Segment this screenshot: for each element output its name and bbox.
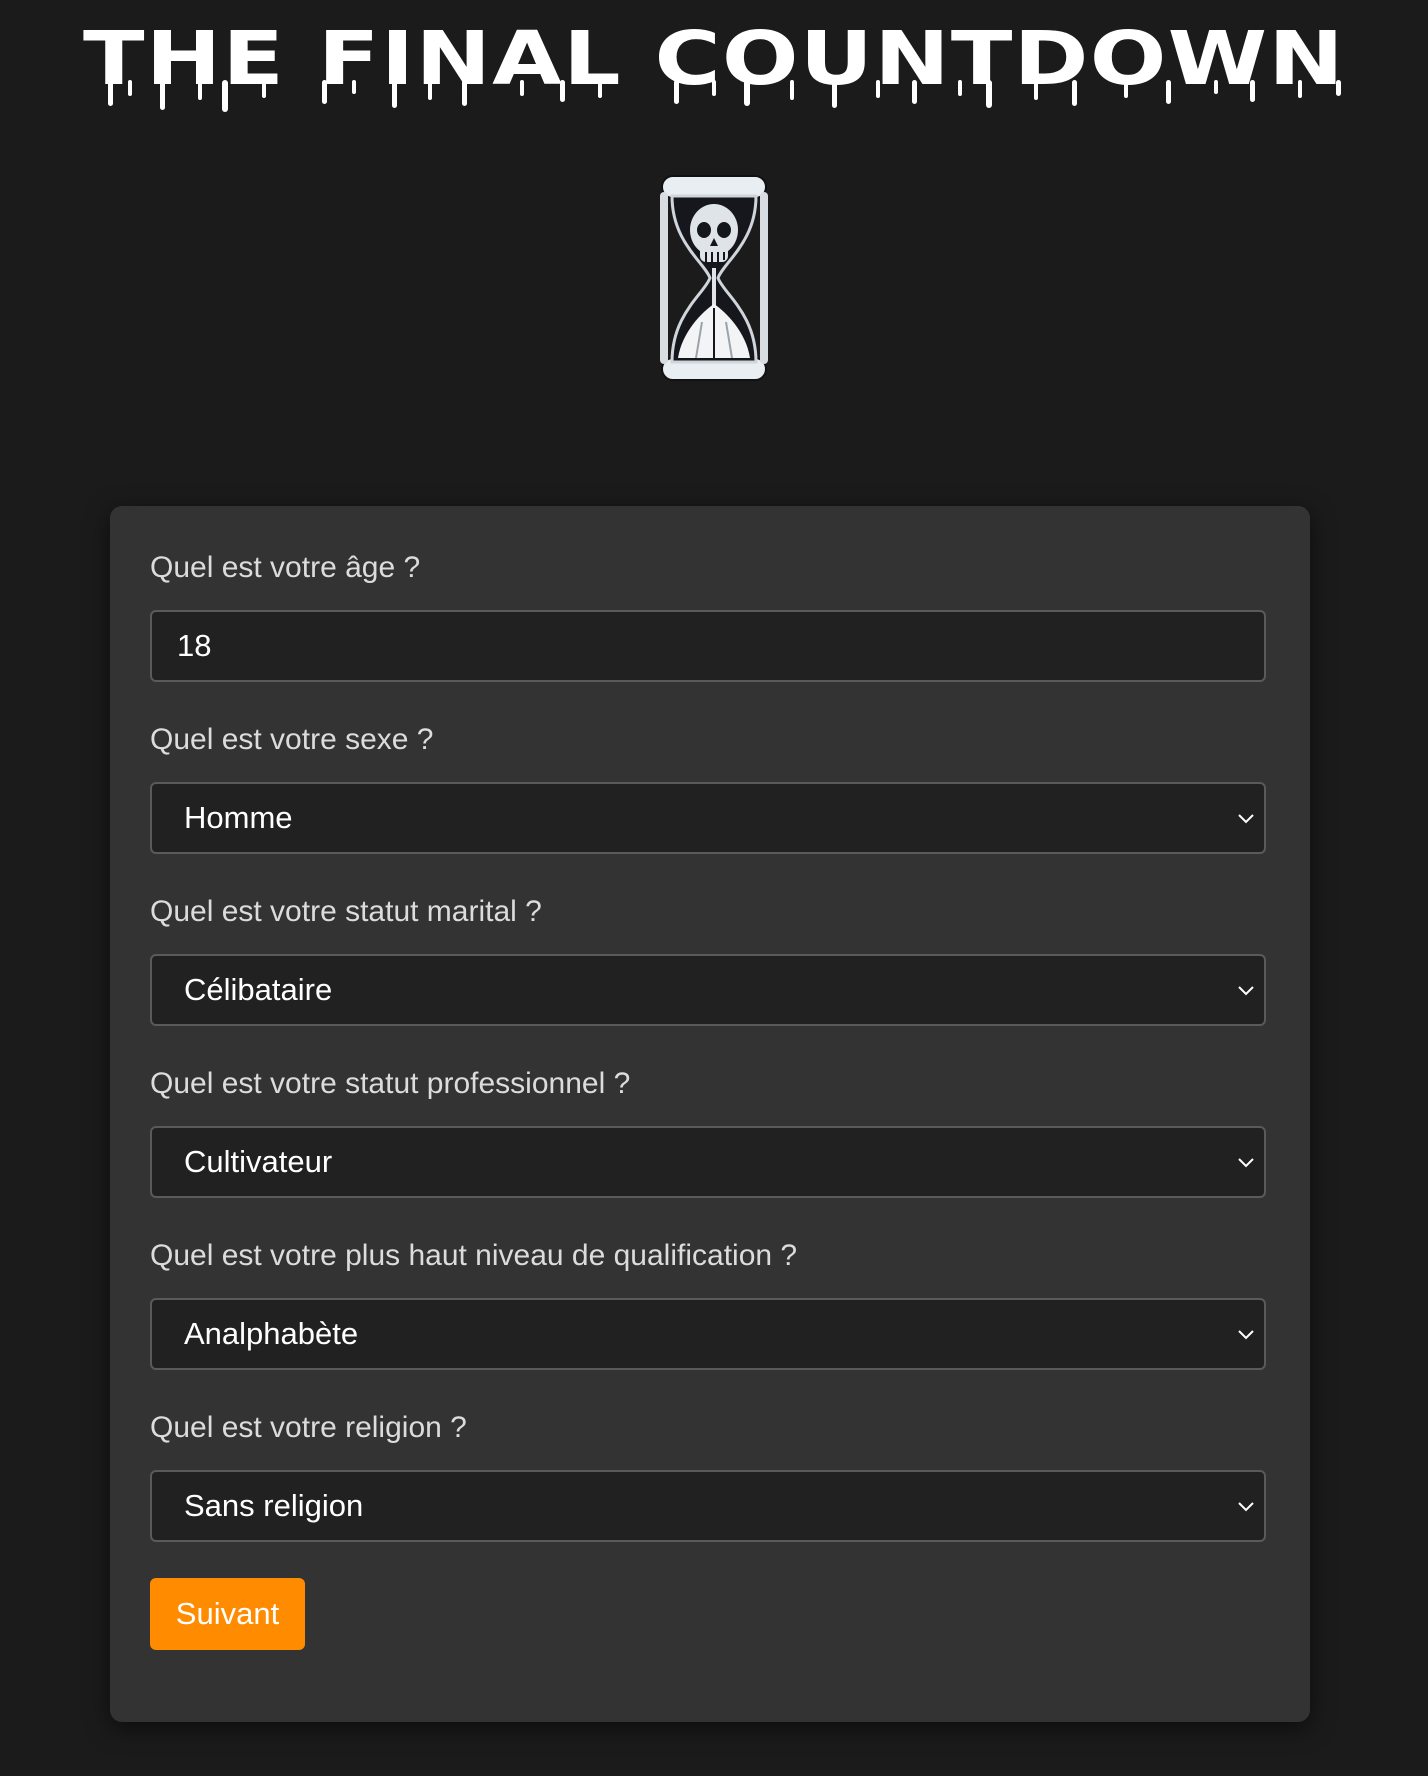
marital-status-select[interactable]: Célibataire — [150, 954, 1266, 1026]
age-input[interactable]: 18 — [150, 610, 1266, 682]
qualification-label: Quel est votre plus haut niveau de quali… — [150, 1239, 798, 1272]
religion-select-value: Sans religion — [184, 1488, 364, 1523]
professional-status-select-value: Cultivateur — [184, 1144, 333, 1179]
chevron-down-icon — [1238, 814, 1254, 824]
religion-select[interactable]: Sans religion — [150, 1470, 1266, 1542]
page-title: THE FINAL COUNTDOWN — [0, 0, 1428, 130]
title-graphic: THE FINAL COUNTDOWN — [83, 16, 1344, 112]
sex-label: Quel est votre sexe ? — [150, 723, 434, 756]
chevron-down-icon — [1238, 1158, 1254, 1168]
chevron-down-icon — [1238, 1502, 1254, 1512]
age-label: Quel est votre âge ? — [150, 551, 421, 584]
religion-label: Quel est votre religion ? — [150, 1411, 467, 1444]
form-card: Quel est votre âge ? 18 Quel est votre s… — [110, 506, 1310, 1722]
sex-select-value: Homme — [184, 800, 293, 835]
marital-status-select-value: Célibataire — [184, 972, 333, 1007]
skull-hourglass-icon — [652, 172, 776, 384]
chevron-down-icon — [1238, 986, 1254, 996]
marital-status-label: Quel est votre statut marital ? — [150, 895, 542, 928]
page: THE FINAL COUNTDOWN Quel est votre âge ?… — [0, 0, 1428, 1776]
professional-status-label: Quel est votre statut professionnel ? — [150, 1067, 631, 1100]
age-input-value: 18 — [177, 628, 212, 663]
next-button[interactable]: Suivant — [150, 1578, 305, 1650]
chevron-down-icon — [1238, 1330, 1254, 1340]
qualification-select[interactable]: Analphabète — [150, 1298, 1266, 1370]
qualification-select-value: Analphabète — [184, 1316, 359, 1351]
professional-status-select[interactable]: Cultivateur — [150, 1126, 1266, 1198]
sex-select[interactable]: Homme — [150, 782, 1266, 854]
